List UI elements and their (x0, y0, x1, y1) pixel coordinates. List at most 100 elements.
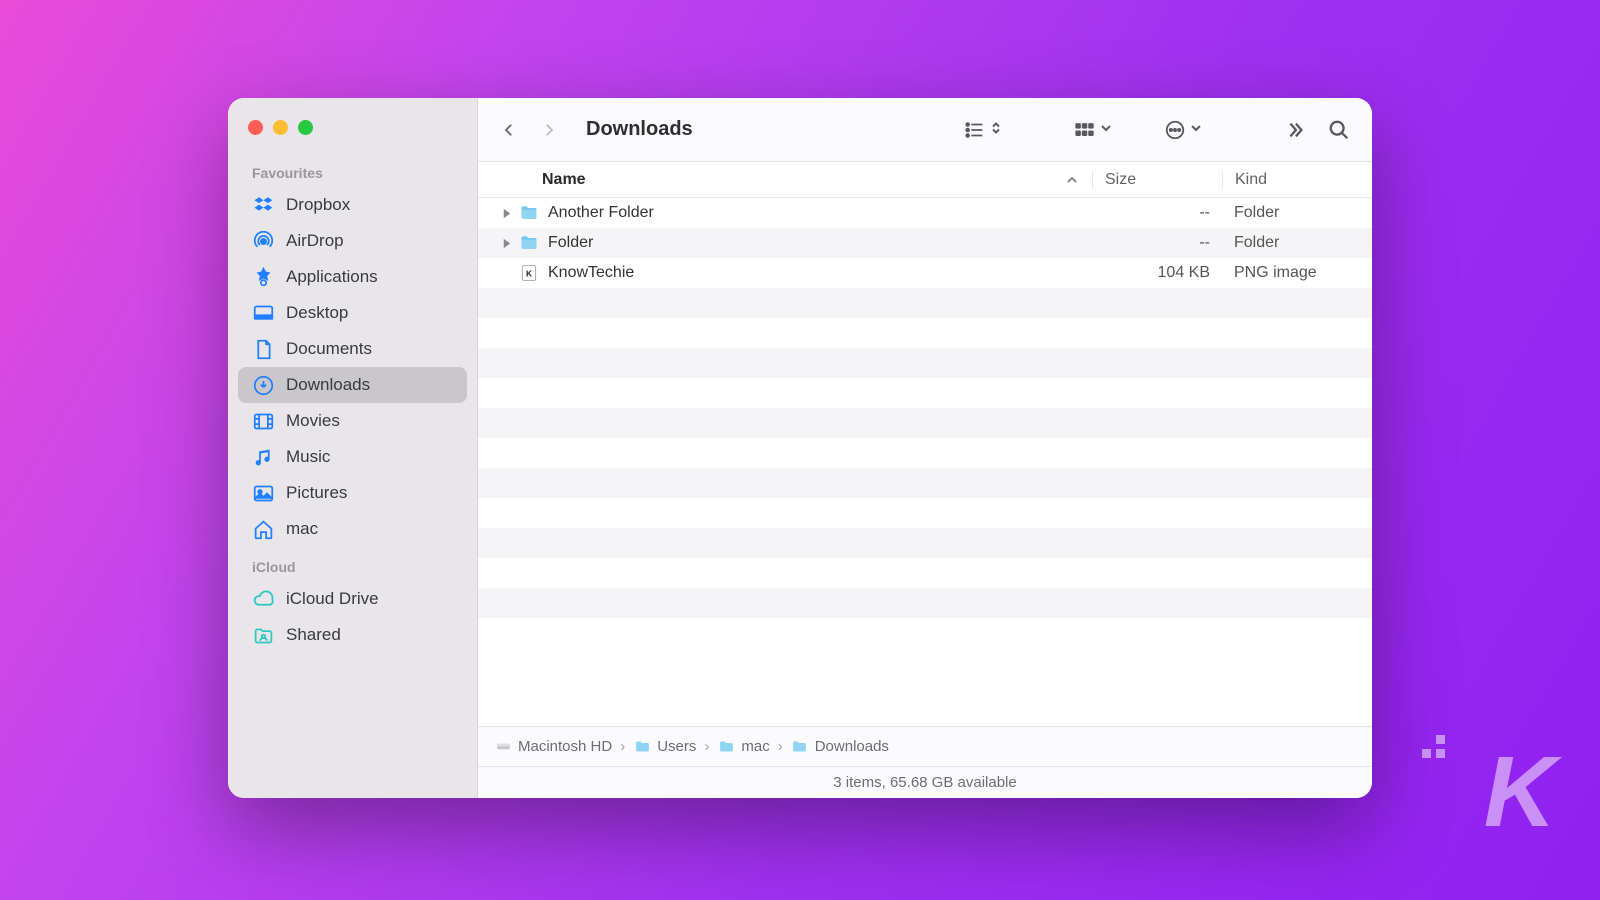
column-name[interactable]: Name (478, 171, 1052, 189)
chevron-down-icon (1190, 121, 1202, 139)
path-macintosh-hd[interactable]: Macintosh HD (494, 738, 612, 756)
home-icon (252, 518, 274, 540)
sidebar-item-applications[interactable]: Applications (238, 259, 467, 295)
png-file-icon: K (518, 262, 540, 284)
folder-icon (791, 738, 809, 756)
column-header: Name Size Kind (478, 162, 1372, 198)
path-separator-icon: › (778, 738, 783, 755)
column-size[interactable]: Size (1092, 171, 1222, 189)
sort-indicator-icon[interactable] (1052, 174, 1092, 186)
sidebar-item-music[interactable]: Music (238, 439, 467, 475)
group-by-button[interactable] (1068, 115, 1118, 145)
cloud-icon (252, 588, 274, 610)
toolbar: Downloads (478, 98, 1372, 162)
sidebar-item-label: Movies (286, 411, 340, 431)
file-kind: Folder (1222, 204, 1372, 222)
svg-text:K: K (526, 268, 532, 278)
shared-folder-icon (252, 624, 274, 646)
path-users[interactable]: Users (633, 738, 696, 756)
path-label: Downloads (815, 738, 889, 755)
sidebar-item-label: AirDrop (286, 231, 344, 251)
file-size: -- (1092, 234, 1222, 252)
folder-icon (518, 232, 540, 254)
disclosure-triangle-icon[interactable] (494, 208, 518, 219)
search-button[interactable] (1322, 115, 1356, 145)
window-controls (238, 116, 467, 153)
file-kind: PNG image (1222, 264, 1372, 282)
downloads-icon (252, 374, 274, 396)
sidebar-item-label: Documents (286, 339, 372, 359)
desktop-icon (252, 302, 274, 324)
updown-icon (990, 121, 1002, 139)
sidebar-item-label: Shared (286, 625, 341, 645)
path-downloads[interactable]: Downloads (791, 738, 889, 756)
sidebar-item-airdrop[interactable]: AirDrop (238, 223, 467, 259)
status-bar: 3 items, 65.68 GB available (478, 766, 1372, 798)
sidebar-item-movies[interactable]: Movies (238, 403, 467, 439)
finder-window: Favourites Dropbox AirDrop Applications … (228, 98, 1372, 798)
sidebar-item-desktop[interactable]: Desktop (238, 295, 467, 331)
folder-icon (633, 738, 651, 756)
folder-icon (717, 738, 735, 756)
file-name: Another Folder (548, 204, 1092, 222)
path-bar: Macintosh HD › Users › mac › Downloads (478, 726, 1372, 766)
file-kind: Folder (1222, 234, 1372, 252)
movies-icon (252, 410, 274, 432)
path-label: Users (657, 738, 696, 755)
logo-dots (1422, 735, 1452, 765)
close-window-button[interactable] (248, 120, 263, 135)
sidebar: Favourites Dropbox AirDrop Applications … (228, 98, 478, 798)
view-list-button[interactable] (958, 115, 1008, 145)
toolbar-overflow-button[interactable] (1278, 115, 1312, 145)
disclosure-triangle-icon[interactable] (494, 238, 518, 249)
forward-button[interactable] (534, 115, 564, 145)
sidebar-item-downloads[interactable]: Downloads (238, 367, 467, 403)
pictures-icon (252, 482, 274, 504)
path-separator-icon: › (620, 738, 625, 755)
sidebar-item-label: Desktop (286, 303, 348, 323)
sidebar-item-label: mac (286, 519, 318, 539)
applications-icon (252, 266, 274, 288)
actions-menu-button[interactable] (1158, 115, 1208, 145)
column-kind[interactable]: Kind (1222, 171, 1372, 189)
sidebar-item-documents[interactable]: Documents (238, 331, 467, 367)
sidebar-item-label: Dropbox (286, 195, 350, 215)
file-size: 104 KB (1092, 264, 1222, 282)
file-row[interactable]: Another Folder -- Folder (478, 198, 1372, 228)
file-name: Folder (548, 234, 1092, 252)
logo-k: K (1484, 735, 1550, 850)
file-size: -- (1092, 204, 1222, 222)
chevron-down-icon (1100, 121, 1112, 139)
sidebar-item-label: Music (286, 447, 330, 467)
sidebar-item-label: Pictures (286, 483, 347, 503)
sidebar-item-label: Downloads (286, 375, 370, 395)
path-label: Macintosh HD (518, 738, 612, 755)
sidebar-item-icloud-drive[interactable]: iCloud Drive (238, 581, 467, 617)
empty-rows (478, 288, 1372, 648)
sidebar-section-favourites: Favourites (238, 161, 467, 187)
sidebar-item-dropbox[interactable]: Dropbox (238, 187, 467, 223)
airdrop-icon (252, 230, 274, 252)
sidebar-item-pictures[interactable]: Pictures (238, 475, 467, 511)
documents-icon (252, 338, 274, 360)
window-title: Downloads (586, 118, 693, 141)
sidebar-item-label: iCloud Drive (286, 589, 379, 609)
file-row[interactable]: K KnowTechie 104 KB PNG image (478, 258, 1372, 288)
sidebar-item-shared[interactable]: Shared (238, 617, 467, 653)
path-separator-icon: › (704, 738, 709, 755)
path-mac[interactable]: mac (717, 738, 769, 756)
folder-icon (518, 202, 540, 224)
file-name: KnowTechie (548, 264, 1092, 282)
disk-icon (494, 738, 512, 756)
back-button[interactable] (494, 115, 524, 145)
minimize-window-button[interactable] (273, 120, 288, 135)
music-icon (252, 446, 274, 468)
file-row[interactable]: Folder -- Folder (478, 228, 1372, 258)
sidebar-section-icloud: iCloud (238, 555, 467, 581)
dropbox-icon (252, 194, 274, 216)
sidebar-item-label: Applications (286, 267, 378, 287)
maximize-window-button[interactable] (298, 120, 313, 135)
main-content: Downloads (478, 98, 1372, 798)
sidebar-item-home[interactable]: mac (238, 511, 467, 547)
file-list: Another Folder -- Folder Folder -- Folde… (478, 198, 1372, 726)
